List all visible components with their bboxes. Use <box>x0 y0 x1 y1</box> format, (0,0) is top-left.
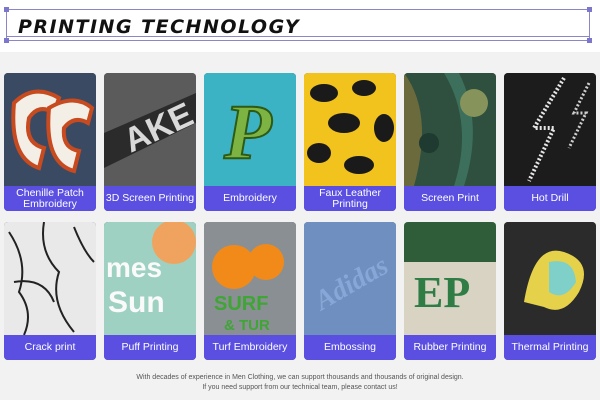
frame-corner <box>4 38 9 43</box>
svg-text:& TUR: & TUR <box>224 317 270 334</box>
frame-corner <box>587 38 592 43</box>
footer-line-2: If you need support from our technical t… <box>202 384 398 391</box>
tile-3d-screen-printing[interactable]: AKE 3D Screen Printing <box>104 73 196 211</box>
rubber-print-image: EP <box>404 222 496 335</box>
footer: With decades of experience in Men Clothi… <box>0 373 600 393</box>
tile-label: 3D Screen Printing <box>104 186 196 211</box>
tile-embossing[interactable]: Adidas Embossing <box>304 222 396 360</box>
tile-rubber-printing[interactable]: EP Rubber Printing <box>404 222 496 360</box>
tile-label: Thermal Printing <box>504 335 596 360</box>
tile-label: Hot Drill <box>504 186 596 211</box>
page-title: PRINTING TECHNOLOGY <box>18 16 301 38</box>
faux-leather-image <box>304 73 396 186</box>
embossing-image: Adidas <box>304 222 396 335</box>
3d-screen-print-image: AKE <box>104 73 196 186</box>
tile-label: Crack print <box>4 335 96 360</box>
tile-crack-print[interactable]: Crack print <box>4 222 96 360</box>
tile-label: Chenille Patch Embroidery <box>4 186 96 211</box>
tile-puff-printing[interactable]: mes Sun Puff Printing <box>104 222 196 360</box>
svg-text:mes: mes <box>106 252 162 283</box>
puff-print-image: mes Sun <box>104 222 196 335</box>
tile-label: Embroidery <box>204 186 296 211</box>
tile-label: Rubber Printing <box>404 335 496 360</box>
crack-print-image <box>4 222 96 335</box>
tile-label: Embossing <box>304 335 396 360</box>
hot-drill-image <box>504 73 596 186</box>
tile-faux-leather-printing[interactable]: Faux Leather Printing <box>304 73 396 211</box>
embroidery-image: P <box>204 73 296 186</box>
tile-thermal-printing[interactable]: Thermal Printing <box>504 222 596 360</box>
turf-embroidery-image: SURF & TUR <box>204 222 296 335</box>
tile-label: Puff Printing <box>104 335 196 360</box>
tile-label: Screen Print <box>404 186 496 211</box>
svg-text:EP: EP <box>414 268 470 317</box>
tile-hot-drill[interactable]: Hot Drill <box>504 73 596 211</box>
tile-embroidery[interactable]: P Embroidery <box>204 73 296 211</box>
footer-line-1: With decades of experience in Men Clothi… <box>136 374 464 381</box>
tile-chenille-patch-embroidery[interactable]: Chenille Patch Embroidery <box>4 73 96 211</box>
screen-print-image <box>404 73 496 186</box>
frame-corner <box>587 7 592 12</box>
svg-text:Sun: Sun <box>108 286 165 319</box>
svg-text:SURF: SURF <box>214 293 268 315</box>
tile-label: Turf Embroidery <box>204 335 296 360</box>
tile-screen-print[interactable]: Screen Print <box>404 73 496 211</box>
tile-turf-embroidery[interactable]: SURF & TUR Turf Embroidery <box>204 222 296 360</box>
thermal-print-image <box>504 222 596 335</box>
frame-corner <box>4 7 9 12</box>
chenille-patch-image <box>4 73 96 186</box>
svg-text:P: P <box>223 88 273 175</box>
tile-label: Faux Leather Printing <box>304 186 396 211</box>
